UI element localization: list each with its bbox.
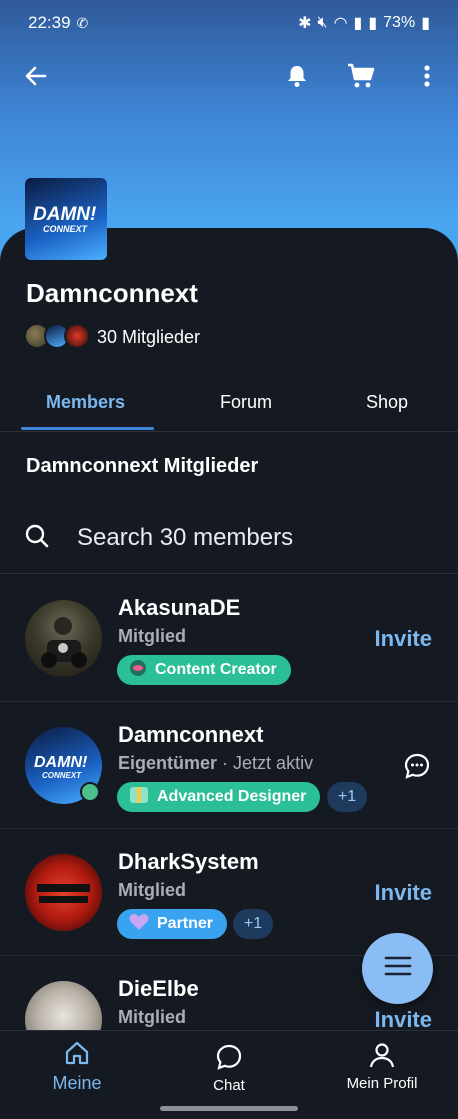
signal-icon: ▮ [353,15,363,32]
avatar [25,600,102,677]
more-vertical-icon[interactable] [411,60,443,92]
badge-content-creator[interactable]: Content Creator [117,655,291,685]
member-count[interactable]: 30 Mitglieder [97,327,200,348]
more-badges-count[interactable]: +1 [327,782,367,812]
badge-partner[interactable]: Partner [117,909,228,939]
group-name: Damnconnext [26,278,198,308]
avatar [25,981,102,1036]
invite-button[interactable]: Invite [375,880,432,906]
nav-home[interactable]: Meine [46,1039,108,1094]
signal-icon-2: ▮ [368,15,378,32]
badge-label: Advanced Designer [157,788,307,805]
heart-icon [129,913,149,936]
top-bar [0,52,458,100]
lips-icon [129,659,147,682]
invite-button[interactable]: Invite [375,626,432,652]
chat-bubble-icon[interactable] [403,752,431,785]
member-role: Mitglied [118,880,186,900]
member-name[interactable]: DieElbe [118,976,199,1002]
home-icon [63,1041,91,1071]
nav-chat-label: Chat [213,1077,245,1094]
logo-word-top: DAMN! [33,204,96,225]
separator-dot: · [222,753,234,773]
online-indicator [80,782,100,802]
member-role: Mitglied [118,1007,186,1027]
search-icon [24,523,50,554]
more-badges-count[interactable]: +1 [233,909,273,939]
badge-advanced-designer[interactable]: Advanced Designer [117,782,321,812]
member-name[interactable]: Damnconnext [118,722,263,748]
nav-profile-label: Mein Profil [346,1075,418,1092]
list-item[interactable]: DAMN! CONNEXT Damnconnext Eigentümer · J… [0,702,458,829]
status-time: 22:39 [28,13,71,32]
avatar-logo-word-bottom: CONNEXT [42,771,82,780]
home-indicator [160,1106,298,1111]
logo-word-bottom: CONNEXT [43,224,89,234]
nav-chat[interactable]: Chat [200,1043,258,1094]
call-icon: ✆ [76,14,89,31]
cart-icon[interactable] [345,60,377,92]
active-tab-indicator [21,427,154,430]
tab-forum[interactable]: Forum [220,392,272,413]
member-role: Mitglied [118,626,186,646]
search-input[interactable]: Search 30 members [77,524,293,552]
member-search[interactable]: Search 30 members [0,510,458,574]
list-item[interactable]: AkasunaDE Mitglied Content Creator Invit… [0,575,458,702]
tab-members[interactable]: Members [46,392,125,413]
bluetooth-icon: ✱ [298,15,312,32]
back-arrow-icon[interactable] [20,60,52,92]
avatar [64,323,90,349]
menu-fab-button[interactable] [362,933,433,1004]
wifi-icon: ◠ [333,15,348,32]
designer-icon [129,785,149,810]
section-title: Damnconnext Mitglieder [26,455,259,477]
group-logo: DAMN! CONNEXT [25,178,107,260]
bell-icon[interactable] [281,60,313,92]
hamburger-icon [384,955,412,982]
profile-icon [368,1043,396,1073]
battery-icon: ▮ [421,15,430,32]
chat-icon [215,1044,243,1075]
member-name[interactable]: AkasunaDE [118,595,240,621]
badge-label: Content Creator [155,661,277,678]
member-role: Eigentümer · Jetzt aktiv [118,753,313,774]
badge-label: Partner [157,915,214,932]
member-role-label: Eigentümer [118,753,218,773]
avatar [25,854,102,931]
avatar-logo-word-top: DAMN! [34,754,88,771]
nav-home-label: Meine [52,1073,102,1093]
member-avatar-stack[interactable] [24,323,90,349]
battery-percent: 73% [383,14,416,31]
status-bar: 22:39 ✆ ✱ 🔇︎ ◠ ▮ ▮ 73% ▮ [0,0,458,46]
mute-icon: 🔇︎ [317,14,328,31]
tab-shop[interactable]: Shop [366,392,408,413]
member-name[interactable]: DharkSystem [118,849,259,875]
tab-bar: Members Forum Shop [0,380,458,432]
nav-profile[interactable]: Mein Profil [338,1041,426,1092]
member-status: Jetzt aktiv [233,753,314,773]
